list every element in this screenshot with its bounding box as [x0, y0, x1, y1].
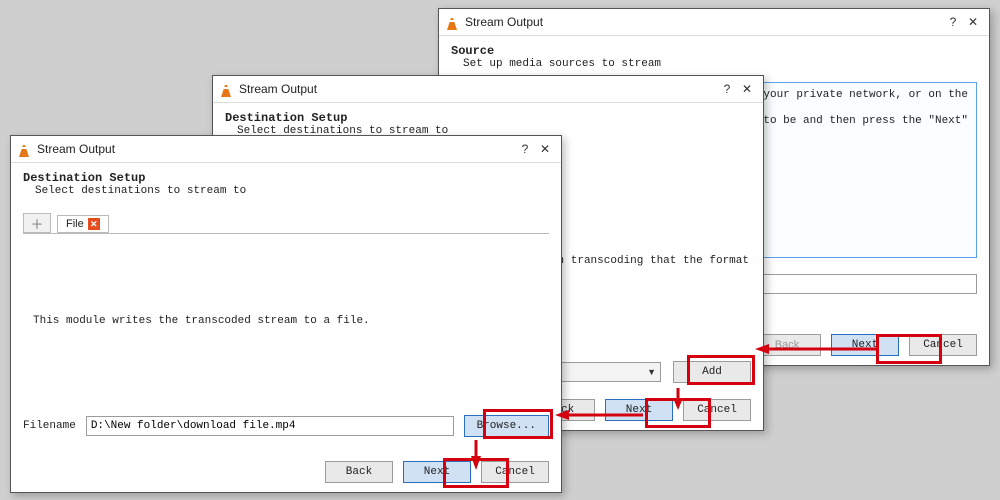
browse-button[interactable]: Browse...	[464, 415, 549, 437]
tab-label: File	[66, 218, 84, 230]
file-tab[interactable]: File ✕	[57, 215, 109, 233]
next-button[interactable]: Next	[605, 399, 673, 421]
section-subtitle: Set up media sources to stream	[463, 58, 977, 70]
stream-output-window-file: Stream Output ? ✕ Destination Setup Sele…	[10, 135, 562, 493]
window-title: Stream Output	[37, 142, 515, 156]
add-button[interactable]: Add	[673, 361, 751, 383]
back-button[interactable]: Back	[325, 461, 393, 483]
close-button[interactable]: ✕	[535, 142, 555, 156]
cancel-button[interactable]: Cancel	[481, 461, 549, 483]
vlc-cone-icon	[445, 14, 459, 30]
add-tab-button[interactable]: ＋	[23, 213, 51, 233]
section-title: Destination Setup	[225, 111, 751, 125]
titlebar: Stream Output ? ✕	[11, 136, 561, 163]
next-button[interactable]: Next	[403, 461, 471, 483]
section-subtitle: Select destinations to stream to	[35, 185, 549, 197]
chevron-down-icon: ▼	[647, 367, 656, 377]
window-title: Stream Output	[465, 15, 943, 29]
filename-input[interactable]	[86, 416, 454, 436]
section-title: Destination Setup	[23, 171, 549, 185]
help-button[interactable]: ?	[515, 142, 535, 156]
close-tab-icon[interactable]: ✕	[88, 218, 100, 230]
close-button[interactable]: ✕	[737, 82, 757, 96]
filename-label: Filename	[23, 420, 76, 432]
close-button[interactable]: ✕	[963, 15, 983, 29]
titlebar: Stream Output ? ✕	[213, 76, 763, 103]
help-button[interactable]: ?	[717, 82, 737, 96]
window-title: Stream Output	[239, 82, 717, 96]
help-button[interactable]: ?	[943, 15, 963, 29]
module-description: This module writes the transcoded stream…	[33, 315, 370, 327]
titlebar: Stream Output ? ✕	[439, 9, 989, 36]
cancel-button[interactable]: Cancel	[683, 399, 751, 421]
cancel-button[interactable]: Cancel	[909, 334, 977, 356]
section-title: Source	[451, 44, 977, 58]
next-button[interactable]: Next	[831, 334, 899, 356]
vlc-cone-icon	[17, 141, 31, 157]
vlc-cone-icon	[219, 81, 233, 97]
